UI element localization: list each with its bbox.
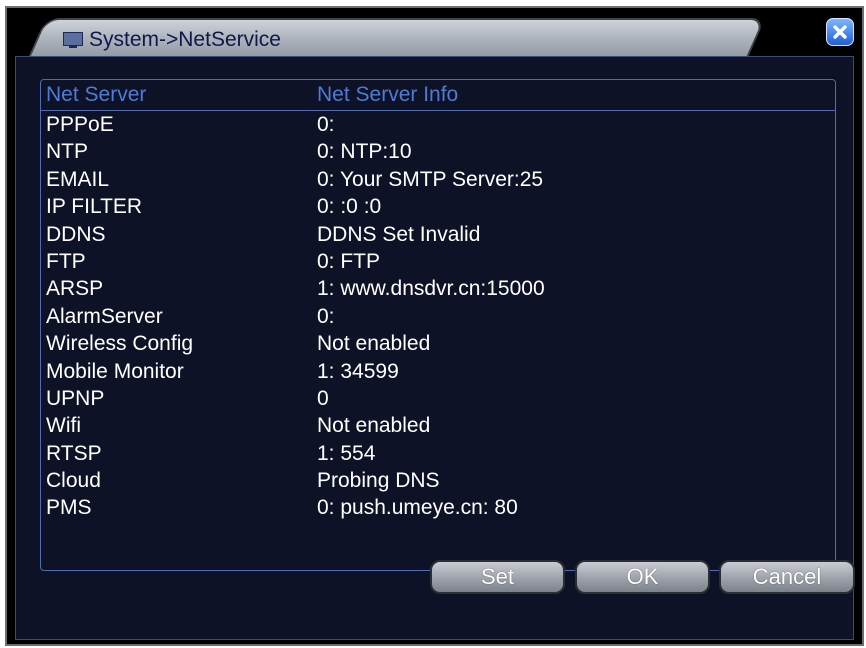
- service-info: Not enabled: [317, 332, 431, 356]
- service-info: 0: :0 :0: [317, 195, 382, 219]
- service-info: 1: 34599: [317, 359, 399, 383]
- service-name: NTP: [46, 140, 88, 164]
- service-name: AlarmServer: [46, 304, 163, 328]
- service-info: Not enabled: [317, 414, 431, 438]
- table-row[interactable]: AlarmServer 0:: [41, 303, 835, 330]
- net-service-table: Net Server Net Server Info PPPoE 0: NTP 0: …: [40, 79, 836, 571]
- table-row[interactable]: UPNP 0: [41, 385, 835, 412]
- table-row[interactable]: Wifi Not enabled: [41, 412, 835, 439]
- table-row[interactable]: FTP 0: FTP: [41, 248, 835, 275]
- service-name: Wifi: [46, 414, 81, 438]
- table-row[interactable]: IP FILTER 0: :0 :0: [41, 193, 835, 220]
- table-row[interactable]: EMAIL 0: Your SMTP Server:25: [41, 166, 835, 193]
- table-row[interactable]: Mobile Monitor 1: 34599: [41, 358, 835, 385]
- table-row[interactable]: PMS 0: push.umeye.cn: 80: [41, 494, 835, 521]
- service-info: 0: push.umeye.cn: 80: [317, 496, 518, 520]
- table-row[interactable]: DDNS DDNS Set Invalid: [41, 221, 835, 248]
- service-info: 0:: [317, 304, 335, 328]
- main-panel: Net Server Net Server Info PPPoE 0: NTP 0: …: [15, 56, 854, 640]
- service-name: DDNS: [46, 222, 106, 246]
- table-row[interactable]: PPPoE 0:: [41, 111, 835, 138]
- ok-button[interactable]: OK: [575, 560, 710, 594]
- set-button[interactable]: Set: [430, 560, 565, 594]
- service-name: EMAIL: [46, 167, 110, 191]
- service-info: DDNS Set Invalid: [317, 222, 481, 246]
- table-row[interactable]: Wireless Config Not enabled: [41, 330, 835, 357]
- column-header-net-server: Net Server: [46, 83, 147, 106]
- table-row[interactable]: NTP 0: NTP:10: [41, 138, 835, 165]
- close-button[interactable]: [826, 18, 854, 46]
- service-name: Mobile Monitor: [46, 359, 184, 383]
- service-info: 0:: [317, 113, 335, 136]
- service-name: RTSP: [46, 441, 102, 465]
- netservice-window: System->NetService Net Server Net Server…: [5, 6, 864, 646]
- service-info: 0: NTP:10: [317, 140, 412, 164]
- cancel-button[interactable]: Cancel: [719, 560, 855, 594]
- service-name: Wireless Config: [46, 332, 194, 356]
- service-info: 1: 554: [317, 441, 376, 465]
- table-row[interactable]: ARSP 1: www.dnsdvr.cn:15000: [41, 275, 835, 302]
- close-icon: [833, 25, 847, 39]
- service-name: PMS: [46, 496, 92, 520]
- table-row[interactable]: RTSP 1: 554: [41, 440, 835, 467]
- window-title-bar: System->NetService: [63, 24, 281, 56]
- service-info: 1: www.dnsdvr.cn:15000: [317, 277, 545, 301]
- table-rows: PPPoE 0: NTP 0: NTP:10 EMAIL 0: Your SMTP Ser…: [41, 111, 835, 522]
- service-name: FTP: [46, 249, 86, 273]
- service-name: PPPoE: [46, 113, 114, 136]
- column-header-net-server-info: Net Server Info: [317, 83, 459, 106]
- service-info: Probing DNS: [317, 469, 440, 493]
- service-name: ARSP: [46, 277, 104, 301]
- service-name: Cloud: [46, 469, 101, 493]
- service-name: IP FILTER: [46, 195, 143, 219]
- service-info: 0: FTP: [317, 249, 381, 273]
- service-info: 0: Your SMTP Server:25: [317, 167, 544, 191]
- service-name: UPNP: [46, 386, 105, 410]
- service-info: 0: [317, 386, 329, 410]
- table-header: Net Server Net Server Info: [41, 80, 835, 111]
- table-row[interactable]: Cloud Probing DNS: [41, 467, 835, 494]
- monitor-icon: [63, 32, 83, 48]
- window-title: System->NetService: [89, 28, 281, 51]
